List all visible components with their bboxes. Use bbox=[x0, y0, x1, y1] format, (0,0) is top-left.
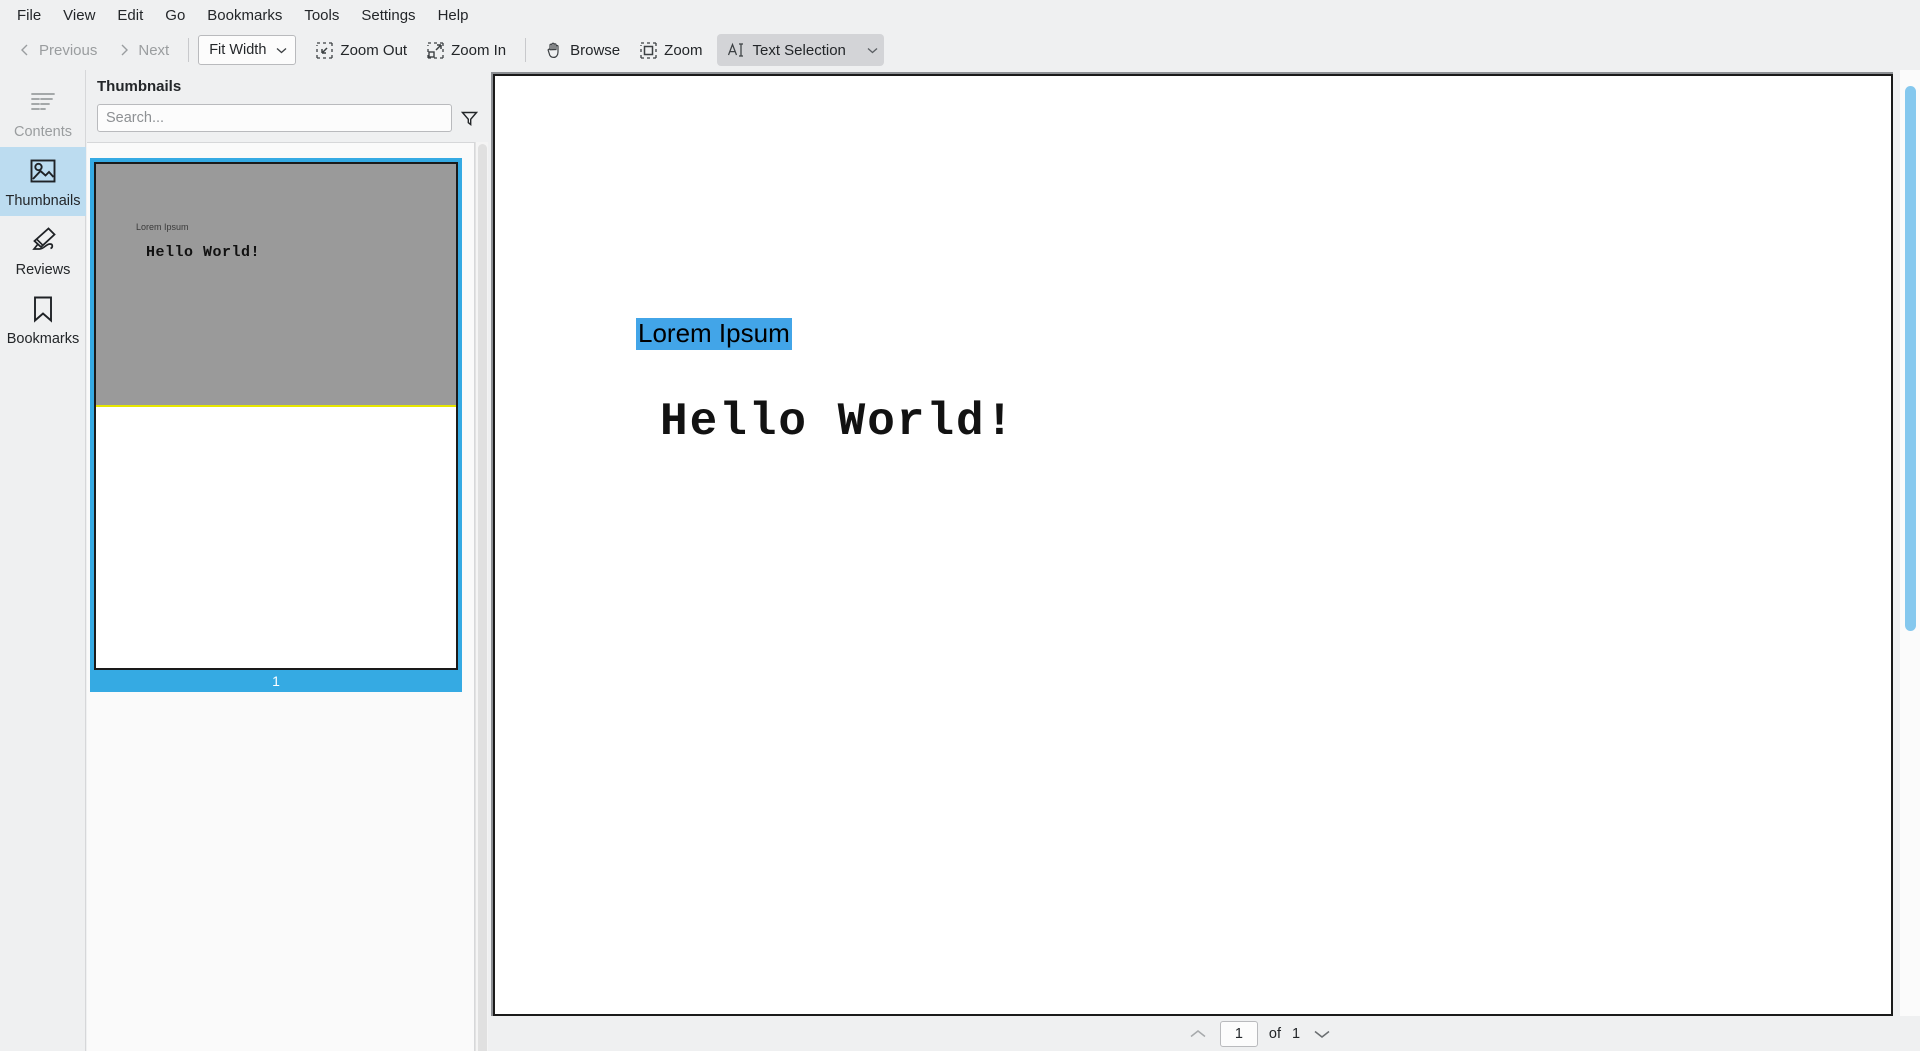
sidebar-item-bookmarks-label: Bookmarks bbox=[7, 331, 80, 347]
thumbnail-item-page-1[interactable]: Lorem Ipsum Hello World! 1 bbox=[90, 158, 462, 692]
menu-item-file[interactable]: File bbox=[6, 3, 52, 28]
bookmark-icon bbox=[28, 294, 58, 324]
page-number-input[interactable] bbox=[1220, 1021, 1258, 1047]
text-selection-tool-button[interactable]: Text Selection bbox=[717, 34, 884, 66]
menu-item-help[interactable]: Help bbox=[427, 3, 480, 28]
search-input[interactable] bbox=[97, 104, 452, 132]
viewer-scrollbar-thumb[interactable] bbox=[1905, 86, 1916, 631]
thumbnails-scrollbar-thumb[interactable] bbox=[478, 144, 487, 1051]
document-page[interactable]: Lorem Ipsum Hello World! bbox=[493, 74, 1893, 1016]
zoom-mode-value: Fit Width bbox=[209, 42, 266, 58]
sidebar-item-thumbnails[interactable]: Thumbnails bbox=[0, 147, 86, 216]
zoom-in-icon bbox=[427, 42, 444, 59]
text-cursor-icon bbox=[727, 41, 746, 59]
previous-page-label: Previous bbox=[39, 42, 97, 59]
sidebar-rail: Contents Thumbnails Reviews bbox=[0, 70, 86, 1051]
previous-page-button[interactable]: Previous bbox=[8, 34, 107, 66]
browse-tool-button[interactable]: Browse bbox=[535, 34, 630, 66]
thumbnail-preview-title: Lorem Ipsum bbox=[136, 222, 189, 232]
document-title-text[interactable]: Lorem Ipsum bbox=[636, 318, 792, 350]
chevron-down-icon[interactable] bbox=[867, 47, 878, 54]
image-icon bbox=[28, 156, 58, 186]
menu-item-settings[interactable]: Settings bbox=[350, 3, 426, 28]
zoom-in-label: Zoom In bbox=[451, 42, 506, 59]
toolbar-separator-1 bbox=[188, 38, 189, 62]
next-page-label: Next bbox=[138, 42, 169, 59]
zoom-tool-label: Zoom bbox=[664, 42, 702, 59]
document-viewer: Lorem Ipsum Hello World! bbox=[489, 70, 1920, 1016]
document-body-text[interactable]: Hello World! bbox=[660, 396, 1015, 448]
chevron-down-icon bbox=[276, 47, 287, 54]
sidebar-item-bookmarks[interactable]: Bookmarks bbox=[0, 285, 86, 354]
zoom-tool-button[interactable]: Zoom bbox=[630, 34, 712, 66]
zoom-select-icon bbox=[640, 42, 657, 59]
page-of-label: of bbox=[1269, 1026, 1281, 1042]
funnel-filter-icon[interactable] bbox=[461, 110, 478, 126]
sidebar-item-contents-label: Contents bbox=[14, 124, 72, 140]
sidebar-item-reviews[interactable]: Reviews bbox=[0, 216, 86, 285]
hand-icon bbox=[545, 41, 563, 59]
menu-item-edit[interactable]: Edit bbox=[106, 3, 154, 28]
chevron-up-icon[interactable] bbox=[1187, 1023, 1209, 1045]
menu-bar: File View Edit Go Bookmarks Tools Settin… bbox=[0, 0, 1920, 30]
total-pages-label: 1 bbox=[1292, 1026, 1300, 1042]
zoom-out-icon bbox=[316, 42, 333, 59]
viewer-scrollbar[interactable] bbox=[1900, 70, 1920, 1016]
sidebar-item-contents[interactable]: Contents bbox=[0, 78, 86, 147]
sidebar-item-thumbnails-label: Thumbnails bbox=[6, 193, 81, 209]
thumbnails-list: Lorem Ipsum Hello World! 1 bbox=[87, 142, 475, 1051]
menu-item-view[interactable]: View bbox=[52, 3, 106, 28]
sidebar-item-reviews-label: Reviews bbox=[16, 262, 71, 278]
thumbnails-panel-title: Thumbnails bbox=[87, 70, 488, 101]
browse-tool-label: Browse bbox=[570, 42, 620, 59]
zoom-out-button[interactable]: Zoom Out bbox=[306, 34, 417, 66]
toolbar: Previous Next Fit Width bbox=[0, 30, 1920, 70]
thumbnail-page-number: 1 bbox=[94, 670, 458, 692]
menu-item-tools[interactable]: Tools bbox=[293, 3, 350, 28]
thumbnails-scrollbar[interactable] bbox=[475, 142, 488, 1051]
thumbnails-panel: Thumbnails Lorem Ipsum Hello World! 1 bbox=[87, 70, 488, 1051]
thumbnail-rendered-region: Lorem Ipsum Hello World! bbox=[96, 164, 456, 407]
next-page-button[interactable]: Next bbox=[107, 34, 179, 66]
zoom-out-label: Zoom Out bbox=[340, 42, 407, 59]
menu-item-bookmarks[interactable]: Bookmarks bbox=[196, 3, 293, 28]
thumbnail-page-preview: Lorem Ipsum Hello World! bbox=[94, 162, 458, 670]
status-bar: of 1 bbox=[489, 1016, 1920, 1051]
chevron-right-icon bbox=[117, 43, 131, 57]
thumbnail-preview-body: Hello World! bbox=[146, 244, 260, 261]
toolbar-separator-2 bbox=[525, 38, 526, 62]
highlighter-pen-icon bbox=[28, 225, 58, 255]
zoom-mode-select[interactable]: Fit Width bbox=[198, 35, 296, 65]
chevron-down-icon[interactable] bbox=[1311, 1023, 1333, 1045]
thumbnails-search-row bbox=[87, 101, 488, 135]
menu-item-go[interactable]: Go bbox=[154, 3, 196, 28]
chevron-left-icon bbox=[18, 43, 32, 57]
application-window: File View Edit Go Bookmarks Tools Settin… bbox=[0, 0, 1920, 1051]
contents-icon bbox=[28, 87, 58, 117]
text-selection-label: Text Selection bbox=[753, 42, 846, 59]
zoom-in-button[interactable]: Zoom In bbox=[417, 34, 516, 66]
